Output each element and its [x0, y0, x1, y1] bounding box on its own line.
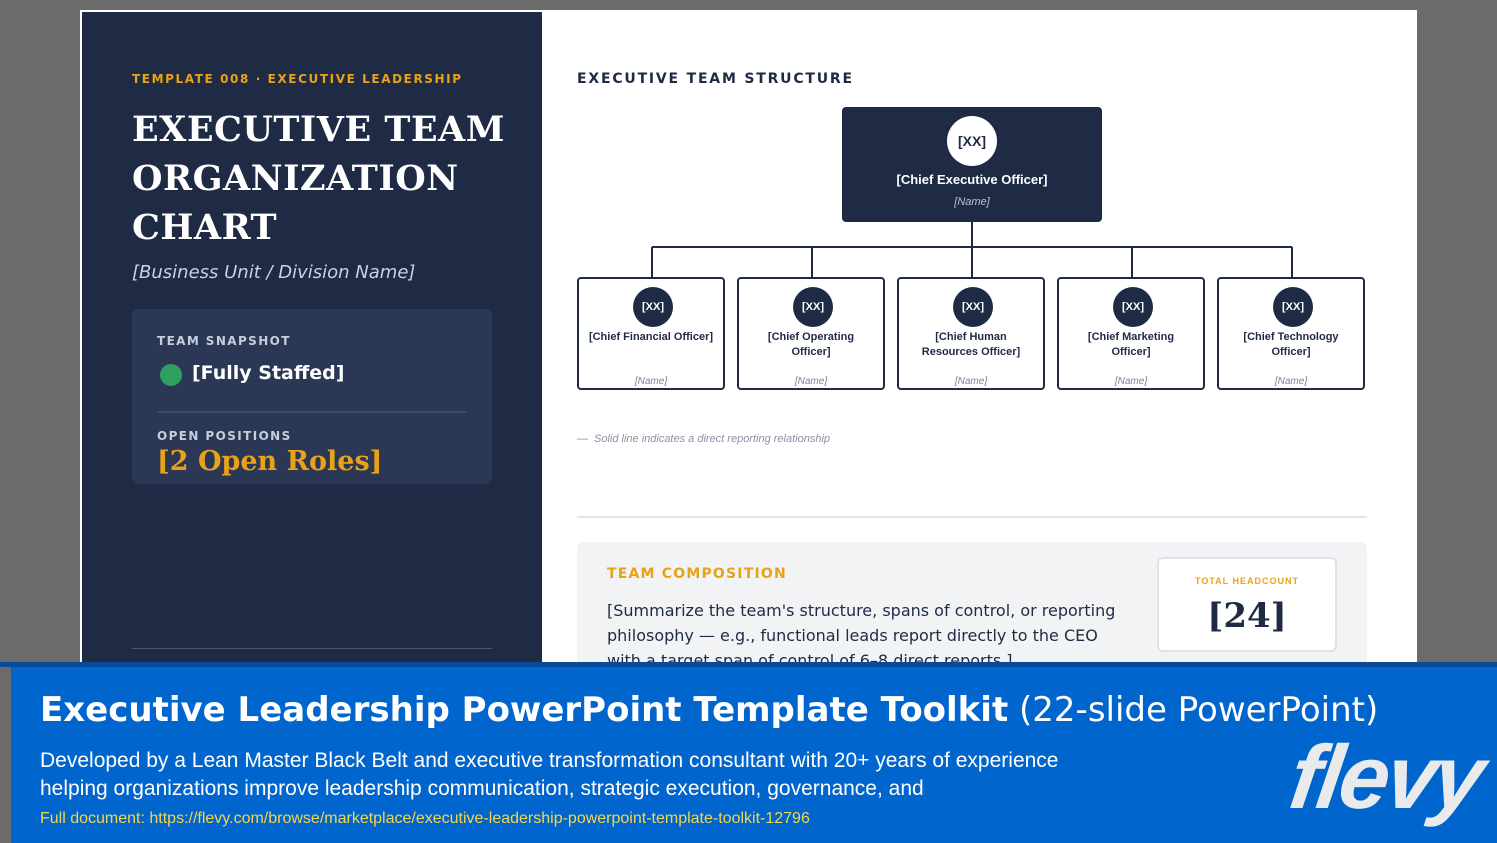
slide: TEMPLATE 008 · EXECUTIVE LEADERSHIP EXEC…: [80, 10, 1417, 690]
banner-title-main: Executive Leadership PowerPoint Template…: [40, 690, 1009, 730]
flevy-logo[interactable]: flevy: [1284, 727, 1489, 830]
report-role: [Chief Technology Officer]: [1243, 331, 1339, 358]
initials-badge: [XX]: [793, 287, 833, 327]
report-node-chro: [XX] [Chief Human Resources Officer] [Na…: [897, 277, 1045, 390]
report-node-coo: [XX] [Chief Operating Officer] [Name]: [737, 277, 885, 390]
banner-title-paren: (22-slide PowerPoint): [1019, 690, 1379, 730]
report-role: [Chief Human Resources Officer]: [921, 331, 1021, 358]
initials-badge: [XX]: [1273, 287, 1313, 327]
status-dot-icon: [160, 364, 182, 386]
reporting-legend-note: — Solid line indicates a direct reporting…: [577, 433, 830, 445]
report-name: [Name]: [954, 376, 988, 387]
document-banner: Executive Leadership PowerPoint Template…: [11, 667, 1497, 843]
staffing-status: [Fully Staffed]: [192, 362, 345, 384]
report-node-cmo: [XX] [Chief Marketing Officer] [Name]: [1057, 277, 1205, 390]
legend-text: Solid line indicates a direct reporting …: [594, 433, 831, 445]
initials-badge: [XX]: [1113, 287, 1153, 327]
open-positions-label: OPEN POSITIONS: [157, 429, 292, 443]
full-document-link[interactable]: Full document: https://flevy.com/browse/…: [40, 810, 810, 828]
report-role: [Chief Operating Officer]: [767, 331, 855, 358]
report-name: [Name]: [634, 376, 668, 387]
legend-dash: —: [577, 433, 588, 445]
banner-title: Executive Leadership PowerPoint Template…: [40, 690, 1378, 730]
headcount-label: TOTAL HEADCOUNT: [1195, 576, 1299, 586]
ceo-node: [XX] [Chief Executive Officer] [Name]: [842, 107, 1102, 222]
report-node-cto: [XX] [Chief Technology Officer] [Name]: [1217, 277, 1365, 390]
report-role: [Chief Marketing Officer]: [1087, 331, 1175, 358]
org-connector-lines: [651, 222, 1293, 277]
report-role: [Chief Financial Officer]: [588, 331, 714, 343]
initials-badge: [XX]: [633, 287, 673, 327]
snapshot-divider: [157, 411, 467, 413]
composition-heading: TEAM COMPOSITION: [607, 566, 787, 582]
team-snapshot-card: TEAM SNAPSHOT [Fully Staffed] OPEN POSIT…: [132, 309, 492, 484]
left-panel-rule: [132, 648, 492, 649]
open-positions-value: [2 Open Roles]: [157, 446, 383, 477]
ceo-name: [Name]: [954, 196, 990, 208]
ceo-initials-badge: [XX]: [947, 116, 997, 166]
report-name: [Name]: [1274, 376, 1308, 387]
headcount-value: [24]: [1207, 596, 1287, 636]
report-node-cfo: [XX] [Chief Financial Officer] [Name]: [577, 277, 725, 390]
headcount-card: TOTAL HEADCOUNT [24]: [1157, 557, 1337, 652]
initials-badge: [XX]: [953, 287, 993, 327]
ceo-role: [Chief Executive Officer]: [896, 172, 1048, 187]
section-divider: [577, 516, 1367, 518]
report-name: [Name]: [1114, 376, 1148, 387]
snapshot-label: TEAM SNAPSHOT: [157, 334, 291, 348]
banner-description: Developed by a Lean Master Black Belt an…: [40, 749, 1059, 800]
report-name: [Name]: [794, 376, 828, 387]
